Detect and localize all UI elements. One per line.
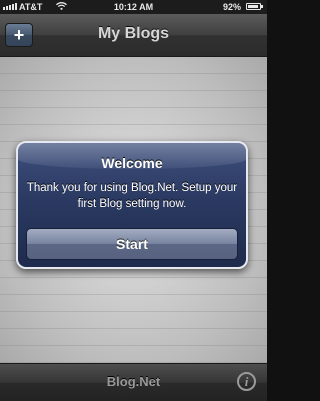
battery-percentage: 92% (222, 2, 241, 12)
navigation-bar: + My Blogs (0, 14, 267, 57)
welcome-alert: Welcome Thank you for using Blog.Net. Se… (16, 141, 248, 269)
page-title: My Blogs (97, 25, 170, 42)
start-button[interactable]: Start (26, 228, 238, 260)
alert-title: Welcome (101, 155, 163, 171)
status-bar: AT&T 10:12 AM 92% (0, 0, 267, 14)
app-name-label: Blog.Net (106, 374, 161, 389)
battery-icon (246, 3, 263, 10)
bottom-toolbar: Blog.Net i (0, 363, 267, 401)
info-icon[interactable]: i (237, 372, 256, 391)
alert-message: Thank you for using Blog.Net. Setup your… (26, 182, 238, 210)
